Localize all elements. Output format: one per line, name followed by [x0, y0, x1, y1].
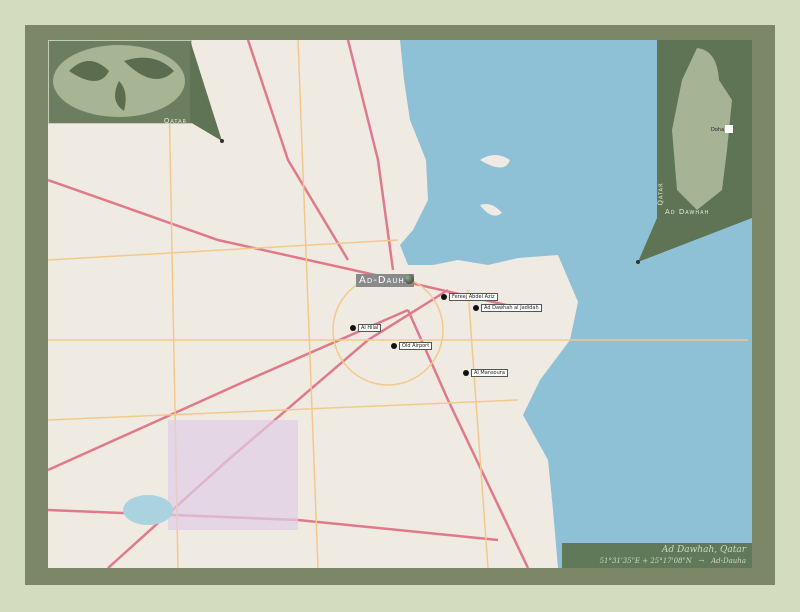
coords-text: 51°31'35"E + 25°17'08"N	[599, 557, 692, 565]
caption-coords: 51°31'35"E + 25°17'08"N → Ad-Dauha	[600, 557, 746, 565]
caption-box: Ad Dawhah, Qatar 51°31'35"E + 25°17'08"N…	[562, 543, 752, 568]
caption-title: Ad Dawhah, Qatar	[661, 545, 746, 555]
caption-place: Ad-Dauha	[711, 557, 746, 565]
arrow-icon: →	[698, 557, 705, 565]
inset-pointers	[190, 40, 752, 264]
